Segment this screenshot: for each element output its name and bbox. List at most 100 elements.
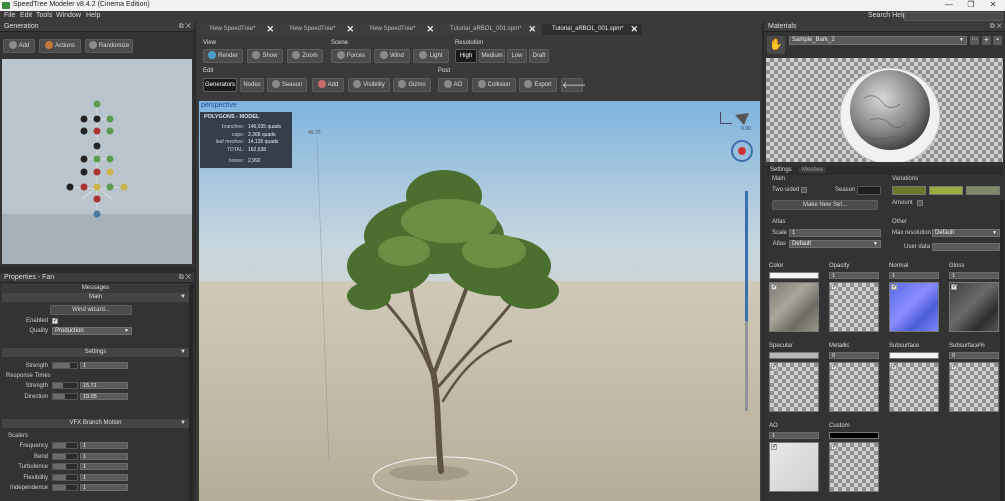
- vfx-turbulence-value[interactable]: 1: [80, 463, 128, 470]
- close-icon[interactable]: ✕: [266, 24, 274, 35]
- tab-meshes[interactable]: Meshes: [799, 167, 827, 173]
- scale-value[interactable]: 1: [789, 229, 881, 237]
- channel-gloss-value[interactable]: 1: [949, 272, 999, 279]
- quality-dropdown[interactable]: Production ▼: [52, 327, 132, 335]
- amount-checkbox[interactable]: [917, 200, 923, 206]
- resolution-low-button[interactable]: Low: [507, 49, 527, 63]
- minimize-button[interactable]: —: [938, 0, 960, 9]
- resolution-draft-button[interactable]: Draft: [529, 49, 549, 63]
- channel-opacity-checkbox[interactable]: ✓: [831, 284, 837, 290]
- channel-metallic-value[interactable]: 0: [829, 352, 879, 359]
- nodes-button[interactable]: Nodes: [240, 78, 264, 92]
- menu-window[interactable]: Window: [56, 12, 81, 19]
- settings-section-header[interactable]: Settings ▼: [2, 348, 189, 357]
- channel-specular-color[interactable]: [769, 352, 819, 359]
- edit-add-button[interactable]: Add: [312, 78, 344, 92]
- variation-swatch-1[interactable]: [892, 186, 926, 195]
- ao-button[interactable]: AO: [438, 78, 468, 92]
- add-button[interactable]: Add: [3, 39, 35, 53]
- tab-new-speedtree-3[interactable]: New SpeedTree* ✕: [360, 24, 438, 35]
- vfx-turbulence-slider[interactable]: [52, 463, 78, 470]
- panel-close-icon[interactable]: ⧉ ✕: [179, 273, 191, 283]
- vfx-bend-value[interactable]: 1: [80, 452, 128, 460]
- resolution-medium-button[interactable]: Medium: [479, 49, 505, 63]
- channel-ao-value[interactable]: 1: [769, 432, 819, 439]
- user-data-field[interactable]: [932, 243, 1000, 251]
- generation-graph[interactable]: [2, 59, 192, 264]
- close-icon[interactable]: ✕: [630, 24, 638, 35]
- material-select[interactable]: Sample_Bark_2 ▼: [789, 36, 967, 45]
- channel-subsurface-color[interactable]: [889, 352, 939, 359]
- delete-material-icon[interactable]: ▪: [993, 36, 1002, 45]
- tab-new-speedtree-2[interactable]: New SpeedTree* ✕: [280, 24, 358, 35]
- resolution-high-button[interactable]: High: [455, 49, 477, 63]
- panel-close-icon[interactable]: ⧉ ✕: [990, 22, 1002, 32]
- material-options-icon[interactable]: ⋯: [970, 36, 979, 45]
- menu-edit[interactable]: Edit: [20, 12, 32, 19]
- channel-specular-checkbox[interactable]: ✓: [771, 364, 777, 370]
- menu-tools[interactable]: Tools: [36, 12, 52, 19]
- channel-opacity-value[interactable]: 1: [829, 272, 879, 279]
- show-button[interactable]: Show: [247, 49, 283, 63]
- tab-new-speedtree-1[interactable]: New SpeedTree* ✕: [200, 24, 278, 35]
- variation-swatch-2[interactable]: [929, 186, 963, 195]
- add-material-icon[interactable]: +: [982, 36, 991, 45]
- channel-color-color[interactable]: [769, 272, 819, 279]
- rt-direction-slider[interactable]: [52, 393, 78, 400]
- season-swatch[interactable]: [857, 186, 881, 195]
- vfx-flexibility-slider[interactable]: [52, 473, 78, 481]
- material-preview[interactable]: [766, 58, 1003, 165]
- export-button[interactable]: Export: [519, 78, 557, 92]
- maximize-button[interactable]: ❐: [960, 0, 982, 9]
- tab-tutorial-2[interactable]: Tutorial_aRBOL_001.spm* ✕: [542, 24, 642, 35]
- randomize-button[interactable]: Randomize: [85, 39, 133, 53]
- vfx-frequency-slider[interactable]: [52, 442, 78, 449]
- vfx-flexibility-value[interactable]: 1: [80, 473, 128, 481]
- materials-scrollbar[interactable]: [1000, 200, 1004, 501]
- menu-help[interactable]: Help: [86, 12, 100, 19]
- channel-subsurface-pct-value[interactable]: 0: [949, 352, 999, 359]
- rt-direction-value[interactable]: 19.05: [80, 393, 128, 400]
- vfx-frequency-value[interactable]: 1: [80, 442, 128, 449]
- visibility-button[interactable]: Visibility: [348, 78, 390, 92]
- actions-button[interactable]: Actions: [39, 39, 81, 53]
- close-button[interactable]: ✕: [982, 0, 1004, 9]
- panel-close-icon[interactable]: ⧉ ✕: [179, 22, 191, 32]
- max-resolution-dropdown[interactable]: Default ▼: [932, 229, 1000, 237]
- tab-tutorial-1[interactable]: Tutorial_aRBOL_001.spm* ✕: [440, 24, 540, 35]
- arrow-left-icon[interactable]: 🡐: [561, 78, 586, 92]
- atlas-dropdown[interactable]: Default ▼: [789, 240, 881, 248]
- zoom-button[interactable]: Zoom: [287, 49, 323, 63]
- collision-button[interactable]: Collision: [472, 78, 516, 92]
- strength-value[interactable]: 1: [80, 362, 128, 369]
- rt-strength-slider[interactable]: [52, 382, 78, 389]
- channel-normal-value[interactable]: 1: [889, 272, 939, 279]
- light-button[interactable]: Light: [413, 49, 449, 63]
- messages-header[interactable]: Messages: [2, 284, 189, 293]
- season-button[interactable]: Season: [267, 78, 307, 92]
- variation-swatch-3[interactable]: [966, 186, 1000, 195]
- forces-button[interactable]: Forces: [331, 49, 371, 63]
- channel-ao-checkbox[interactable]: ✓: [771, 444, 777, 450]
- channel-gloss-checkbox[interactable]: ✓: [951, 284, 957, 290]
- gizmo-button[interactable]: Gizmo: [393, 78, 431, 92]
- hand-icon[interactable]: ✋: [767, 36, 785, 54]
- render-button[interactable]: Render: [203, 49, 243, 63]
- channel-custom-checkbox[interactable]: ✓: [831, 444, 837, 450]
- channel-custom-color[interactable]: [829, 432, 879, 439]
- main-section-header[interactable]: Main ▼: [2, 293, 189, 302]
- search-input[interactable]: [904, 12, 1003, 21]
- channel-color-checkbox[interactable]: ✓: [771, 284, 777, 290]
- wind-button[interactable]: Wind: [374, 49, 410, 63]
- close-icon[interactable]: ✕: [426, 24, 434, 35]
- channel-metallic-checkbox[interactable]: ✓: [831, 364, 837, 370]
- strength-slider[interactable]: [52, 362, 78, 369]
- channel-subsurface-pct-checkbox[interactable]: ✓: [951, 364, 957, 370]
- properties-scrollbar[interactable]: [189, 285, 193, 501]
- make-new-set-button[interactable]: Make New Set...: [772, 200, 878, 210]
- vfx-bend-slider[interactable]: [52, 452, 78, 460]
- channel-normal-checkbox[interactable]: ✓: [891, 284, 897, 290]
- wind-wizard-button[interactable]: Wind wizard...: [50, 305, 132, 315]
- two-sided-checkbox[interactable]: [801, 187, 807, 193]
- enabled-checkbox[interactable]: ✓: [52, 318, 58, 324]
